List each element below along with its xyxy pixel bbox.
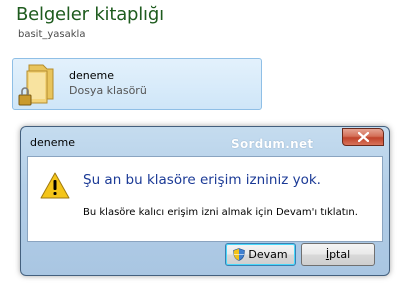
folder-name: deneme [69, 69, 114, 82]
continue-button[interactable]: Devam [225, 243, 296, 266]
close-button[interactable] [342, 128, 384, 146]
watermark: Sordum.net [231, 137, 314, 151]
continue-label: Devam [248, 248, 288, 261]
dialog-body: Şu an bu klasöre erişim izniniz yok. Bu … [27, 156, 383, 242]
sub-message: Bu klasöre kalıcı erişim izni almak için… [83, 207, 358, 218]
main-message: Şu an bu klasöre erişim izniniz yok. [83, 172, 321, 188]
cancel-label: ptal [329, 248, 351, 261]
dialog-title: deneme [30, 136, 75, 149]
warning-icon [40, 172, 70, 199]
locked-folder-icon [18, 64, 54, 106]
library-title: Belgeler kitaplığı [16, 4, 164, 25]
access-dialog: deneme Sordum.net Şu an bu klasöre erişi… [20, 126, 390, 276]
close-icon [358, 132, 369, 142]
library-subtitle: basit_yasakla [18, 29, 86, 40]
uac-shield-icon [233, 248, 246, 261]
folder-item[interactable]: deneme Dosya klasörü [12, 58, 262, 110]
folder-type: Dosya klasörü [69, 84, 147, 97]
cancel-button[interactable]: İptal [301, 243, 375, 266]
